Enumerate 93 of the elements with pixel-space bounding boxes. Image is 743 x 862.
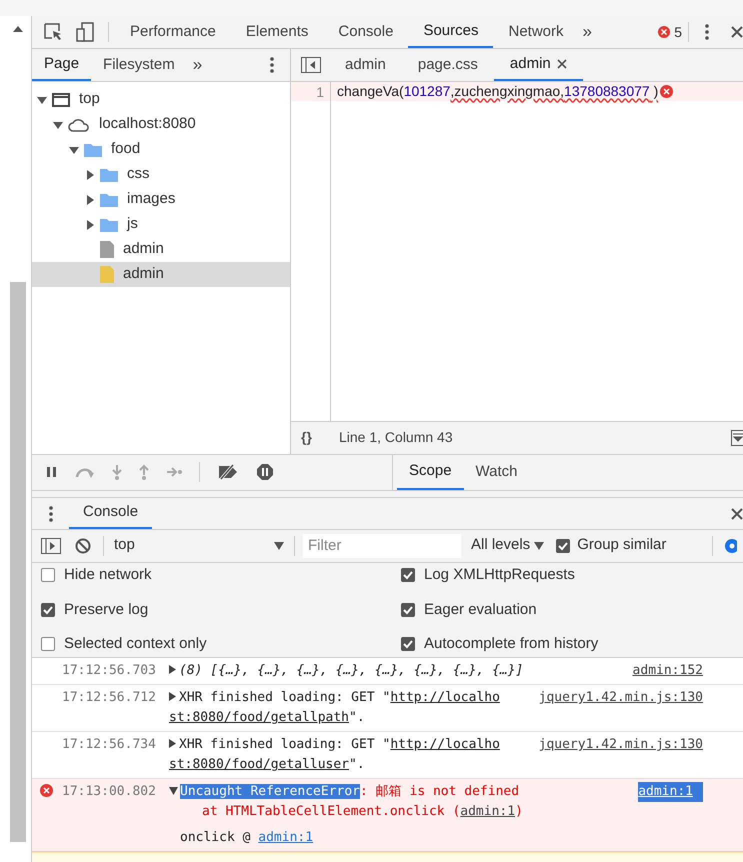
clear-console-icon[interactable] [75,538,91,554]
timestamp: 17:12:56.712 [62,689,157,707]
setting-label: Preserve log [64,600,148,620]
panel-tab[interactable]: Network [493,16,578,48]
drawer-toggle-icon[interactable] [731,430,743,446]
timestamp: 17:13:00.802 [62,783,157,801]
inspect-icon[interactable] [44,23,62,42]
source-link[interactable]: st:8080/food/getallpath [169,710,350,725]
tree-item[interactable]: top [32,87,290,112]
tree-item[interactable]: js [32,212,290,238]
sidebar-toggle-icon[interactable] [41,538,61,554]
panel-tab[interactable]: Console [323,16,408,48]
scroll-up-icon[interactable] [12,26,22,32]
cursor-position: Line 1, Column 43 [339,428,453,448]
tree-item[interactable]: food [32,137,290,162]
dropdown-arrow-icon [534,542,544,550]
more-options-icon[interactable] [270,57,274,74]
checkbox[interactable] [401,568,415,582]
error-icon[interactable] [660,85,674,98]
stack-trace: at HTMLTableCellElement.onclick (admin:1) [201,803,524,821]
more-tabs-button[interactable]: » [582,19,592,45]
more-options-icon[interactable] [49,506,53,522]
deactivate-breakpoints-icon[interactable] [217,464,239,480]
navigator-toggle-icon[interactable] [301,57,321,74]
collapsed-arrow-icon[interactable] [169,665,177,674]
navigator-tab[interactable]: Filesystem [91,49,187,82]
scrollbar-thumb[interactable] [10,282,26,842]
device-toolbar-icon[interactable] [76,22,94,42]
collapsed-arrow-icon[interactable] [85,220,95,230]
setting-label: Log XMLHttpRequests [424,565,575,586]
code-line: changeVa(101287,zuchengxingmao,13780883077 ) [337,82,658,101]
collapsed-arrow-icon[interactable] [169,692,177,701]
source-link[interactable]: http://localho [390,737,500,752]
expanded-arrow-icon[interactable] [37,94,47,105]
cloud-icon[interactable] [68,118,90,132]
tree-item[interactable]: localhost:8080 [32,112,290,138]
pause-icon[interactable] [46,466,58,478]
checkbox-label: Group similar [577,535,666,556]
source-link[interactable]: st:8080/food/getalluser [169,757,350,772]
context-select[interactable]: top [114,534,284,557]
panel-tab[interactable]: Performance [115,16,231,48]
checkbox[interactable] [401,602,415,617]
checkbox[interactable] [41,602,55,617]
timestamp: 17:12:56.734 [62,736,157,754]
collapsed-arrow-icon[interactable] [169,739,177,748]
expanded-arrow-icon[interactable] [69,144,79,155]
setting-label: Autocomplete from history [424,634,598,654]
sidebar-tab[interactable]: Watch [464,454,530,490]
log-message: (8) [{…}, {…}, {…}, {…}, {…}, {…}, {…}, {…}] [179,662,524,680]
checkbox[interactable] [41,568,55,582]
pause-on-exceptions-icon[interactable] [256,463,274,482]
log-message: XHR finished loading: GET "http://localho [179,689,500,707]
window-icon[interactable] [52,92,70,107]
tree-item[interactable]: images [32,187,290,212]
dropdown-arrow-icon[interactable] [274,542,284,550]
expanded-arrow-icon[interactable] [53,120,63,130]
expanded-arrow-icon[interactable] [169,787,178,795]
source-link[interactable]: admin:1 [460,804,516,819]
log-message: st:8080/food/getallpath". [169,709,366,727]
tree-item[interactable]: css [32,162,290,188]
call-stack: onclick @ admin:1 [180,829,314,847]
close-icon[interactable] [731,508,743,520]
checkbox[interactable] [41,637,55,652]
file-tab[interactable]: admin [329,49,402,82]
format-icon[interactable]: {} [301,427,321,448]
more-options-icon[interactable] [705,24,709,40]
log-message: st:8080/food/getalluser". [169,756,366,774]
filter-field[interactable]: Filter [303,534,461,558]
checkbox[interactable] [556,538,570,553]
more-tabs-button[interactable]: » [192,49,202,82]
settings-icon[interactable] [723,538,738,554]
setting-label: Eager evaluation [424,600,537,620]
collapsed-arrow-icon[interactable] [85,170,95,180]
close-icon[interactable] [731,26,743,38]
source-link[interactable]: admin:1 [258,830,314,845]
source-link[interactable]: http://localho [390,690,500,705]
error-count[interactable]: 5 [674,22,682,43]
tree-item[interactable]: admin [32,262,290,288]
tree-item[interactable]: admin [32,237,290,262]
error-icon[interactable] [40,784,53,797]
file-tab[interactable]: page.css [402,49,494,82]
levels-dropdown[interactable]: All levels [471,534,544,557]
close-icon[interactable] [556,59,567,70]
setting-label: Selected context only [64,634,207,654]
setting-label: Hide network [64,565,152,586]
line-number: 1 [291,82,330,102]
error-icon[interactable] [658,26,670,38]
log-message: XHR finished loading: GET "http://localho [179,736,500,754]
panel-tab[interactable]: Elements [230,16,324,48]
checkbox[interactable] [401,637,415,652]
collapsed-arrow-icon[interactable] [85,194,95,205]
source-link[interactable]: admin:1 [638,782,703,802]
timestamp: 17:12:56.703 [62,662,157,680]
